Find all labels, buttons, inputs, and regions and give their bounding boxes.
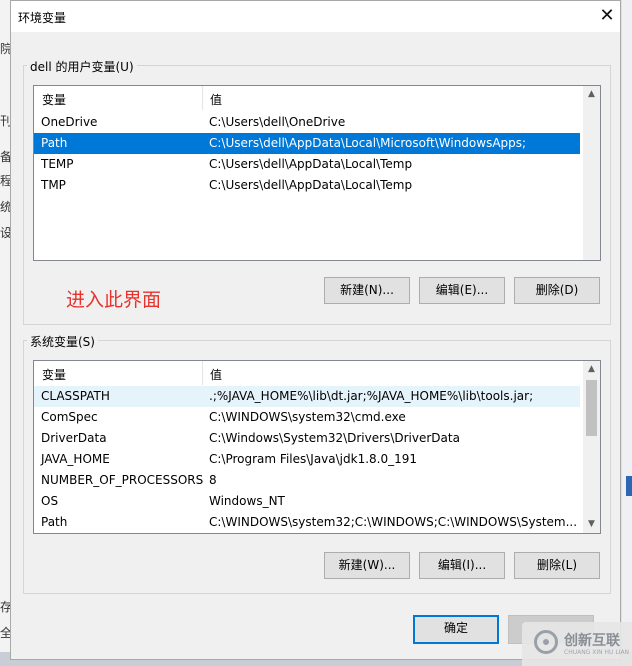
column-divider[interactable] <box>202 361 203 385</box>
variable-value: C:\WINDOWS\system32\cmd.exe <box>209 410 406 424</box>
table-row[interactable]: CLASSPATH .;%JAVA_HOME%\lib\dt.jar;%JAVA… <box>34 386 580 407</box>
column-header-value[interactable]: 值 <box>210 366 222 383</box>
variable-name: Path <box>41 136 68 150</box>
system-variables-title: 系统变量(S) <box>27 333 98 350</box>
column-header-variable[interactable]: 变量 <box>42 366 66 383</box>
table-row-selected[interactable]: Path C:\Users\dell\AppData\Local\Microso… <box>34 133 580 154</box>
table-row[interactable]: DriverData C:\Windows\System32\Drivers\D… <box>34 428 580 449</box>
variable-value: Windows_NT <box>209 494 285 508</box>
window-title: 环境变量 <box>18 11 67 25</box>
column-header-value[interactable]: 值 <box>210 91 222 108</box>
system-variables-list[interactable]: 变量 值 CLASSPATH .;%JAVA_HOME%\lib\dt.jar;… <box>33 360 601 534</box>
variable-value: .;%JAVA_HOME%\lib\dt.jar;%JAVA_HOME%\lib… <box>209 389 534 403</box>
list-header: 变量 值 <box>34 86 580 110</box>
table-row[interactable]: JAVA_HOME C:\Program Files\Java\jdk1.8.0… <box>34 449 580 470</box>
variable-name: OS <box>41 494 59 508</box>
background-window-right <box>622 0 632 666</box>
background-window-left <box>0 0 10 666</box>
environment-variables-dialog: 环境变量 ✕ dell 的用户变量(U) 变量 值 OneDrive C:\Us… <box>10 0 621 660</box>
table-row[interactable]: TMP C:\Users\dell\AppData\Local\Temp <box>34 175 580 196</box>
scrollbar-thumb[interactable] <box>586 380 597 436</box>
watermark: 创新互联 CHUANG XIN HU LIAN <box>522 622 632 666</box>
variable-name: TMP <box>41 178 66 192</box>
variable-name: OneDrive <box>41 115 98 129</box>
watermark-text: 创新互联 <box>564 633 620 649</box>
brand-logo-icon <box>534 630 558 654</box>
user-variables-title: dell 的用户变量(U) <box>27 58 137 75</box>
system-list-scrollbar[interactable]: ▲ ▼ <box>583 361 600 533</box>
table-row[interactable]: ComSpec C:\WINDOWS\system32\cmd.exe <box>34 407 580 428</box>
scroll-down-icon[interactable]: ▼ <box>583 516 600 533</box>
variable-name: TEMP <box>41 157 74 171</box>
variable-value: C:\Windows\System32\Drivers\DriverData <box>209 431 460 445</box>
variable-value: C:\Users\dell\OneDrive <box>209 115 346 129</box>
title-bar[interactable]: 环境变量 ✕ <box>11 1 620 32</box>
table-row[interactable]: NUMBER_OF_PROCESSORS 8 <box>34 470 580 491</box>
variable-value: C:\WINDOWS\system32;C:\WINDOWS;C:\WINDOW… <box>209 515 578 529</box>
column-header-variable[interactable]: 变量 <box>42 91 66 108</box>
list-header: 变量 值 <box>34 361 580 385</box>
variable-value: 8 <box>209 473 217 487</box>
variable-name: ComSpec <box>41 410 98 424</box>
variable-name: CLASSPATH <box>41 389 110 403</box>
table-row[interactable]: Path C:\WINDOWS\system32;C:\WINDOWS;C:\W… <box>34 512 580 533</box>
variable-value: C:\Users\dell\AppData\Local\Microsoft\Wi… <box>209 136 527 150</box>
variable-value: C:\Program Files\Java\jdk1.8.0_191 <box>209 452 418 466</box>
close-icon: ✕ <box>599 5 615 26</box>
background-accent <box>626 476 632 496</box>
scroll-up-icon[interactable]: ▲ <box>583 361 600 378</box>
table-row[interactable]: OneDrive C:\Users\dell\OneDrive <box>34 112 580 133</box>
close-button[interactable]: ✕ <box>595 5 619 27</box>
table-row[interactable]: OS Windows_NT <box>34 491 580 512</box>
system-delete-button[interactable]: 删除(L) <box>514 552 600 579</box>
user-edit-button[interactable]: 编辑(E)... <box>419 277 505 304</box>
table-row[interactable]: TEMP C:\Users\dell\AppData\Local\Temp <box>34 154 580 175</box>
ok-button[interactable]: 确定 <box>413 615 499 644</box>
variable-value: C:\Users\dell\AppData\Local\Temp <box>209 157 413 171</box>
variable-name: DriverData <box>41 431 107 445</box>
variable-name: NUMBER_OF_PROCESSORS <box>41 473 204 487</box>
user-delete-button[interactable]: 删除(D) <box>514 277 600 304</box>
scroll-up-icon[interactable]: ▲ <box>583 86 600 103</box>
variable-name: JAVA_HOME <box>41 452 110 466</box>
column-divider[interactable] <box>202 86 203 110</box>
variable-name: Path <box>41 515 68 529</box>
variable-value: C:\Users\dell\AppData\Local\Temp <box>209 178 413 192</box>
user-list-scrollbar[interactable]: ▲ <box>583 86 600 260</box>
system-edit-button[interactable]: 编辑(I)... <box>419 552 505 579</box>
annotation-text: 进入此界面 <box>66 289 162 311</box>
user-new-button[interactable]: 新建(N)... <box>324 277 410 304</box>
watermark-subtext: CHUANG XIN HU LIAN <box>564 649 630 656</box>
system-new-button[interactable]: 新建(W)... <box>324 552 410 579</box>
user-variables-list[interactable]: 变量 值 OneDrive C:\Users\dell\OneDrive Pat… <box>33 85 601 261</box>
